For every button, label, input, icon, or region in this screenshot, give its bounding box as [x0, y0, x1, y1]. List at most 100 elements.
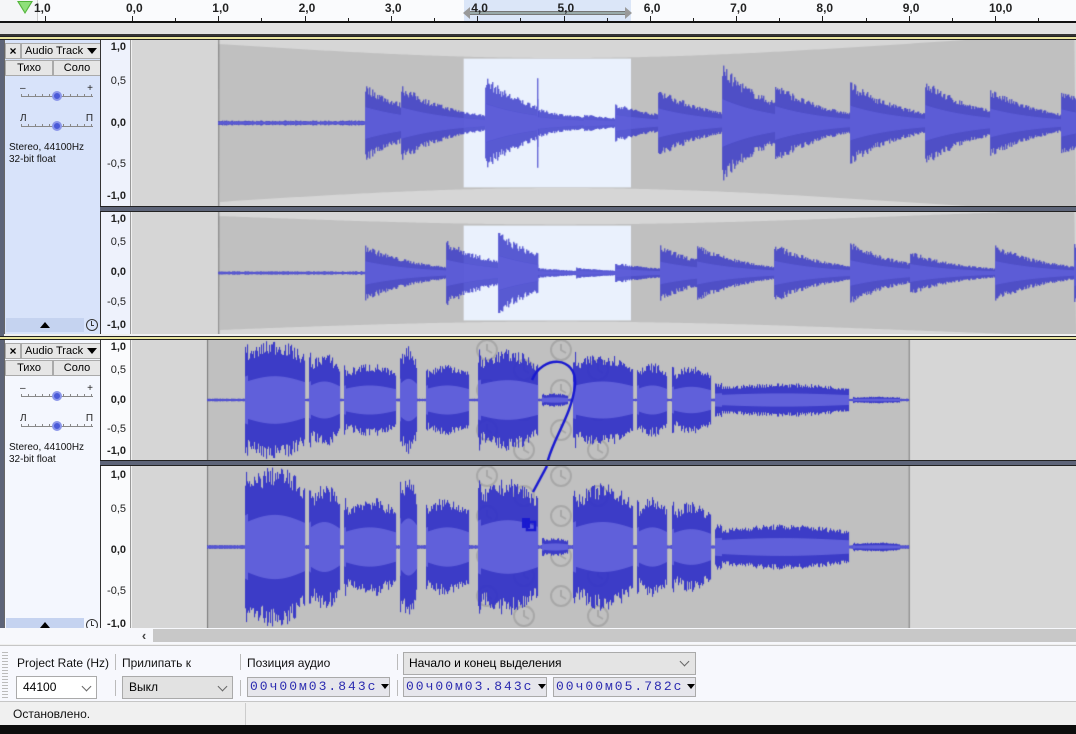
vscale-label: -0,5 — [107, 423, 126, 435]
pan-knob[interactable] — [52, 421, 62, 431]
scrollbar-thumb[interactable] — [153, 629, 1076, 642]
vscale-label: 1,0 — [110, 469, 126, 481]
timeline-ruler[interactable]: 1,00,01,02,03,04,05,06,07,08,09,010,01 — [0, 0, 1076, 23]
selection-start-arrow-icon[interactable] — [462, 7, 470, 19]
project-rate-select[interactable]: 44100 — [16, 676, 97, 699]
track-format-info: Stereo, 44100Hz 32-bit float — [9, 442, 84, 466]
ruler-tick-label: 0,0 — [126, 1, 143, 15]
vertical-scale-ch2[interactable]: 1,0 0,5 0,0 -0,5 -1,0 — [100, 466, 131, 630]
vscale-label: 0,5 — [110, 75, 126, 87]
waveform — [132, 212, 1076, 334]
track-name-menu-button[interactable]: Audio Track — [21, 343, 101, 359]
gain-minus-label: – — [20, 383, 26, 394]
vertical-scale-ch2[interactable]: 1,0 0,5 0,0 -0,5 -1,0 — [100, 212, 131, 334]
ruler-tick — [995, 16, 996, 21]
desktop-taskbar-strip — [0, 725, 1076, 734]
snap-to-label: Прилипать к — [122, 656, 191, 670]
close-track-button[interactable]: × — [5, 43, 21, 59]
ruler-tick — [649, 16, 651, 21]
ruler-selection-bar[interactable] — [469, 11, 625, 15]
format-rate: Stereo, 44100Hz — [9, 442, 85, 453]
project-rate-value: 44100 — [23, 680, 57, 694]
horizontal-scrollbar[interactable]: ‹ — [0, 628, 1076, 644]
separator — [240, 680, 241, 696]
snap-to-select[interactable]: Выкл — [122, 676, 233, 699]
solo-button[interactable]: Соло — [53, 360, 101, 376]
ruler-tick — [951, 18, 953, 21]
pan-left-label: Л — [20, 413, 27, 424]
mute-button[interactable]: Тихо — [5, 60, 53, 76]
status-text: Остановлено. — [13, 707, 91, 721]
audio-position-field[interactable]: 00ч00м03.843с — [247, 677, 390, 697]
format-dropdown-icon[interactable] — [380, 678, 389, 696]
ruler-tick — [477, 16, 479, 21]
ruler-tick-label: 7,0 — [730, 1, 747, 15]
waveform — [132, 466, 1076, 628]
close-track-button[interactable]: × — [5, 343, 21, 359]
ruler-tick-label: 6,0 — [643, 1, 661, 15]
ruler-tick — [1038, 18, 1040, 21]
selection-end-value: 00ч00м05.782с — [556, 679, 684, 694]
selection-end-arrow-icon[interactable] — [624, 7, 632, 19]
play-head-icon[interactable] — [17, 1, 33, 14]
waveform-channel-1[interactable] — [132, 40, 1076, 206]
pan-slider[interactable]: Л П — [17, 113, 93, 131]
vscale-label: 0,5 — [110, 503, 126, 515]
ruler-tick — [606, 18, 608, 21]
collapse-track-button[interactable] — [6, 318, 84, 332]
project-rate-label: Project Rate (Hz) — [17, 656, 110, 670]
audio-track-1[interactable]: × Audio Track Тихо Соло – + Л П Stereo, … — [0, 36, 1076, 338]
gain-slider[interactable]: – + — [17, 383, 93, 401]
vertical-scale-ch1[interactable]: 1,0 0,5 0,0 -0,5 -1,0 — [100, 40, 131, 206]
gain-plus-label: + — [87, 83, 93, 94]
vscale-label: 0,5 — [110, 364, 126, 376]
dropdown-arrow-icon — [87, 348, 97, 354]
ruler-tick — [692, 18, 694, 21]
separator — [115, 680, 116, 696]
gain-plus-label: + — [87, 383, 93, 394]
chevron-down-icon — [217, 681, 228, 692]
ruler-corner — [0, 0, 38, 21]
solo-button[interactable]: Соло — [53, 60, 101, 76]
pan-left-label: Л — [20, 113, 27, 124]
ruler-tick — [563, 16, 565, 21]
waveform-channel-2[interactable] — [132, 212, 1076, 334]
separator — [397, 680, 398, 696]
format-dropdown-icon[interactable] — [686, 678, 695, 696]
vertical-scale-ch1[interactable]: 1,0 0,5 0,0 -0,5 -1,0 — [100, 340, 131, 460]
vscale-label: -1,0 — [107, 445, 126, 457]
format-dropdown-icon[interactable] — [537, 678, 546, 696]
gain-slider[interactable]: – + — [17, 83, 93, 101]
pan-slider[interactable]: Л П — [17, 413, 93, 431]
mute-button[interactable]: Тихо — [5, 360, 53, 376]
vscale-label: -0,5 — [107, 296, 126, 308]
track-format-info: Stereo, 44100Hz 32-bit float — [9, 142, 84, 166]
audio-track-2[interactable]: × Audio Track Тихо Соло – + Л П Stereo, … — [0, 336, 1076, 632]
ruler-tick — [736, 16, 738, 21]
ruler-tick-label: 1,0 — [34, 1, 51, 15]
pan-right-label: П — [85, 413, 93, 424]
vscale-label: -0,5 — [107, 585, 126, 597]
gain-knob[interactable] — [52, 91, 62, 101]
ruler-tick — [347, 18, 349, 21]
scroll-left-icon[interactable]: ‹ — [137, 629, 151, 643]
ruler-tick — [865, 18, 867, 21]
audio-position-label: Позиция аудио — [247, 656, 331, 670]
format-depth: 32-bit float — [9, 454, 56, 465]
track-control-panel: × Audio Track Тихо Соло – + Л П Stereo, … — [4, 40, 101, 334]
waveform-channel-1[interactable] — [132, 340, 1076, 460]
waveform — [132, 340, 1076, 460]
selection-mode-select[interactable]: Начало и конец выделения — [403, 652, 696, 675]
selection-end-field[interactable]: 00ч00м05.782с — [553, 677, 696, 697]
pan-knob[interactable] — [52, 121, 62, 131]
ruler-tick — [132, 16, 133, 21]
selection-start-value: 00ч00м03.843с — [406, 679, 534, 694]
waveform-channel-2[interactable] — [132, 466, 1076, 628]
track-name-menu-button[interactable]: Audio Track — [21, 43, 101, 59]
vscale-label: -0,5 — [107, 158, 126, 170]
gain-knob[interactable] — [52, 391, 62, 401]
dropdown-arrow-icon — [87, 48, 97, 54]
selection-start-field[interactable]: 00ч00м03.843с — [403, 677, 547, 697]
vscale-label: 0,0 — [110, 394, 126, 406]
toolbar-grip[interactable] — [2, 652, 8, 698]
